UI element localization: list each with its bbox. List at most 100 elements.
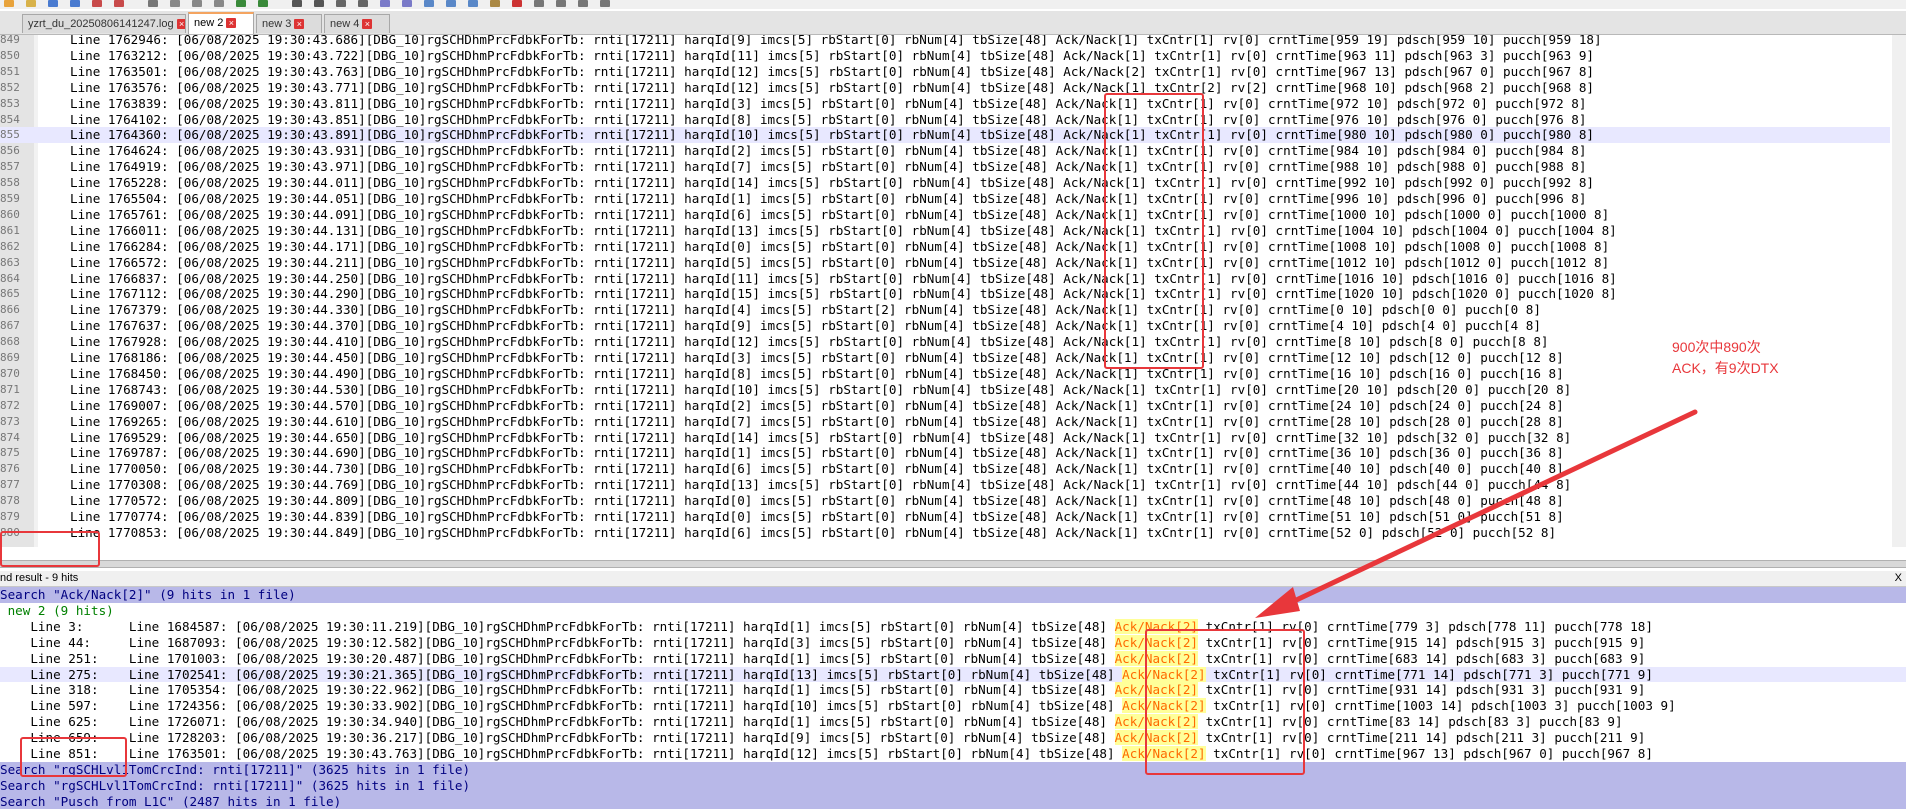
editor-line[interactable]: 853 Line 1763839: [06/08/2025 19:30:43.81… bbox=[0, 96, 1890, 112]
zoom-in-icon[interactable] bbox=[336, 0, 346, 7]
hit-text: Line 1684587: [06/08/2025 19:30:11.219][… bbox=[128, 618, 1115, 634]
search-hit-row[interactable]: Line 597: Line 1724356: [06/08/2025 19:3… bbox=[0, 698, 1906, 714]
editor-line[interactable]: 862 Line 1766284: [06/08/2025 19:30:44.17… bbox=[0, 239, 1890, 255]
close-icon[interactable] bbox=[92, 0, 102, 7]
editor-vertical-scrollbar[interactable] bbox=[1892, 35, 1906, 547]
editor-line[interactable]: 879 Line 1770774: [06/08/2025 19:30:44.83… bbox=[0, 509, 1890, 525]
search-result-title[interactable]: Search "Pusch from L1C" (2487 hits in 1 … bbox=[0, 793, 1906, 809]
line-number: 851 bbox=[0, 64, 20, 78]
editor-line[interactable]: 850 Line 1763212: [06/08/2025 19:30:43.72… bbox=[0, 48, 1890, 64]
tab-yzrt-du-20250806141247-log[interactable]: yzrt_du_20250806141247.log × bbox=[22, 14, 186, 33]
editor-pane[interactable]: 849 Line 1762946: [06/08/2025 19:30:43.68… bbox=[0, 35, 1906, 547]
find-result-close-icon[interactable]: X bbox=[1895, 571, 1902, 586]
tab-close-icon[interactable]: × bbox=[226, 18, 237, 29]
search-result-title[interactable]: Search "Ack/Nack[2]" (9 hits in 1 file) bbox=[0, 587, 1906, 603]
line-text: Line 1763576: [06/08/2025 19:30:43.771][… bbox=[70, 79, 1594, 95]
all-chars-icon[interactable] bbox=[446, 0, 456, 7]
annotation-box-line-numbers bbox=[20, 737, 127, 777]
undo-icon[interactable] bbox=[236, 0, 246, 7]
search-hit-row[interactable]: Line 275: Line 1702541: [06/08/2025 19:3… bbox=[0, 666, 1906, 683]
save-icon[interactable] bbox=[48, 0, 58, 7]
editor-line[interactable]: 866 Line 1767379: [06/08/2025 19:30:44.33… bbox=[0, 302, 1890, 318]
editor-line[interactable]: 859 Line 1765504: [06/08/2025 19:30:44.05… bbox=[0, 191, 1890, 207]
tab-close-icon[interactable]: × bbox=[362, 19, 373, 30]
search-result-title[interactable]: Search "rgSCHLvl1TomCrcInd: rnti[17211]"… bbox=[0, 761, 1906, 778]
editor-line[interactable]: 860 Line 1765761: [06/08/2025 19:30:44.09… bbox=[0, 207, 1890, 223]
new-file-icon[interactable] bbox=[4, 0, 14, 7]
indent-guide-icon[interactable] bbox=[468, 0, 478, 7]
line-number: 870 bbox=[0, 366, 20, 380]
find-icon[interactable] bbox=[292, 0, 302, 7]
tab-new-4[interactable]: new 4 × bbox=[324, 14, 390, 33]
editor-line[interactable]: 873 Line 1769265: [06/08/2025 19:30:44.61… bbox=[0, 414, 1890, 430]
editor-line[interactable]: 861 Line 1766011: [06/08/2025 19:30:44.13… bbox=[0, 223, 1890, 239]
line-number: 871 bbox=[0, 382, 20, 396]
editor-line[interactable]: 864 Line 1766837: [06/08/2025 19:30:44.25… bbox=[0, 271, 1890, 287]
editor-line[interactable]: 852 Line 1763576: [06/08/2025 19:30:43.77… bbox=[0, 80, 1890, 96]
editor-line[interactable]: 856 Line 1764624: [06/08/2025 19:30:43.93… bbox=[0, 143, 1890, 159]
editor-line[interactable]: 868 Line 1767928: [06/08/2025 19:30:44.41… bbox=[0, 334, 1890, 350]
macro-play-icon[interactable] bbox=[556, 0, 566, 7]
redo-icon[interactable] bbox=[258, 0, 268, 7]
macro-stop-icon[interactable] bbox=[534, 0, 544, 7]
editor-line[interactable]: 858 Line 1765228: [06/08/2025 19:30:44.01… bbox=[0, 175, 1890, 191]
editor-line[interactable]: 871 Line 1768743: [06/08/2025 19:30:44.53… bbox=[0, 382, 1890, 398]
paste-icon[interactable] bbox=[214, 0, 224, 7]
zoom-out-icon[interactable] bbox=[358, 0, 368, 7]
editor-line[interactable]: 880 Line 1770853: [06/08/2025 19:30:44.84… bbox=[0, 525, 1890, 541]
close-all-icon[interactable] bbox=[114, 0, 124, 7]
editor-line[interactable]: 876 Line 1770050: [06/08/2025 19:30:44.73… bbox=[0, 461, 1890, 477]
line-number: 861 bbox=[0, 223, 20, 237]
macro-save-icon[interactable] bbox=[600, 0, 610, 7]
search-hit-row[interactable]: Line 318: Line 1705354: [06/08/2025 19:3… bbox=[0, 682, 1906, 698]
editor-line[interactable]: 849 Line 1762946: [06/08/2025 19:30:43.68… bbox=[0, 35, 1890, 48]
line-text: Line 1770572: [06/08/2025 19:30:44.809][… bbox=[70, 493, 1564, 509]
hit-text: Line 1763501: [06/08/2025 19:30:43.763][… bbox=[128, 746, 1123, 761]
editor-line[interactable]: 867 Line 1767637: [06/08/2025 19:30:44.37… bbox=[0, 318, 1890, 334]
editor-line[interactable]: 878 Line 1770572: [06/08/2025 19:30:44.80… bbox=[0, 493, 1890, 509]
line-text: Line 1766837: [06/08/2025 19:30:44.250][… bbox=[70, 270, 1617, 286]
cut-icon[interactable] bbox=[170, 0, 180, 7]
tab-close-icon[interactable]: × bbox=[294, 19, 305, 30]
save-all-icon[interactable] bbox=[70, 0, 80, 7]
editor-line[interactable]: 875 Line 1769787: [06/08/2025 19:30:44.69… bbox=[0, 445, 1890, 461]
tab-close-icon[interactable]: × bbox=[176, 19, 185, 30]
editor-line[interactable]: 877 Line 1770308: [06/08/2025 19:30:44.76… bbox=[0, 477, 1890, 493]
search-hit-row[interactable]: Line 659: Line 1728203: [06/08/2025 19:3… bbox=[0, 730, 1906, 746]
search-hit-row[interactable]: Line 44: Line 1687093: [06/08/2025 19:30… bbox=[0, 634, 1906, 651]
wrap-icon[interactable] bbox=[424, 0, 434, 7]
lang-icon[interactable] bbox=[490, 0, 500, 7]
search-hit-row[interactable]: Line 3: Line 1684587: [06/08/2025 19:30:… bbox=[0, 618, 1906, 635]
editor-line[interactable]: 870 Line 1768450: [06/08/2025 19:30:44.49… bbox=[0, 366, 1890, 382]
tab-new-3[interactable]: new 3 × bbox=[256, 14, 322, 33]
replace-icon[interactable] bbox=[314, 0, 324, 7]
line-text: Line 1768450: [06/08/2025 19:30:44.490][… bbox=[70, 365, 1564, 381]
editor-line[interactable]: 855 Line 1764360: [06/08/2025 19:30:43.89… bbox=[0, 127, 1890, 144]
editor-line[interactable]: 851 Line 1763501: [06/08/2025 19:30:43.76… bbox=[0, 64, 1890, 80]
sync-v-icon[interactable] bbox=[380, 0, 390, 7]
editor-line[interactable]: 857 Line 1764919: [06/08/2025 19:30:43.97… bbox=[0, 159, 1890, 175]
editor-line[interactable]: 854 Line 1764102: [06/08/2025 19:30:43.85… bbox=[0, 112, 1890, 128]
find-results-panel[interactable]: Search "Ack/Nack[2]" (9 hits in 1 file) … bbox=[0, 587, 1906, 809]
line-text: Line 1769265: [06/08/2025 19:30:44.610][… bbox=[70, 413, 1564, 429]
open-icon[interactable] bbox=[26, 0, 36, 7]
search-hit-row[interactable]: Line 251: Line 1701003: [06/08/2025 19:3… bbox=[0, 650, 1906, 667]
editor-line[interactable]: 872 Line 1769007: [06/08/2025 19:30:44.57… bbox=[0, 398, 1890, 414]
print-icon[interactable] bbox=[148, 0, 158, 7]
editor-line[interactable]: 863 Line 1766572: [06/08/2025 19:30:44.21… bbox=[0, 255, 1890, 271]
search-hit-row[interactable]: Line 625: Line 1726071: [06/08/2025 19:3… bbox=[0, 714, 1906, 730]
editor-line[interactable]: 874 Line 1769529: [06/08/2025 19:30:44.65… bbox=[0, 430, 1890, 446]
editor-line[interactable]: 865 Line 1767112: [06/08/2025 19:30:44.29… bbox=[0, 286, 1890, 302]
macro-run-icon[interactable] bbox=[578, 0, 588, 7]
sync-h-icon[interactable] bbox=[402, 0, 412, 7]
search-result-title[interactable]: Search "rgSCHLvl1TomCrcInd: rnti[17211]"… bbox=[0, 777, 1906, 794]
tab-new-2[interactable]: new 2 × bbox=[188, 12, 254, 34]
copy-icon[interactable] bbox=[192, 0, 202, 7]
macro-record-icon[interactable] bbox=[512, 0, 522, 7]
editor-line[interactable]: 869 Line 1768186: [06/08/2025 19:30:44.45… bbox=[0, 350, 1890, 366]
search-result-file[interactable]: new 2 (9 hits) bbox=[0, 603, 1906, 619]
line-number: 877 bbox=[0, 478, 20, 492]
search-hit-row[interactable]: Line 851: Line 1763501: [06/08/2025 19:3… bbox=[0, 746, 1906, 762]
panel-splitter[interactable] bbox=[0, 560, 1906, 568]
line-text: Line 1770853: [06/08/2025 19:30:44.849][… bbox=[70, 524, 1557, 540]
